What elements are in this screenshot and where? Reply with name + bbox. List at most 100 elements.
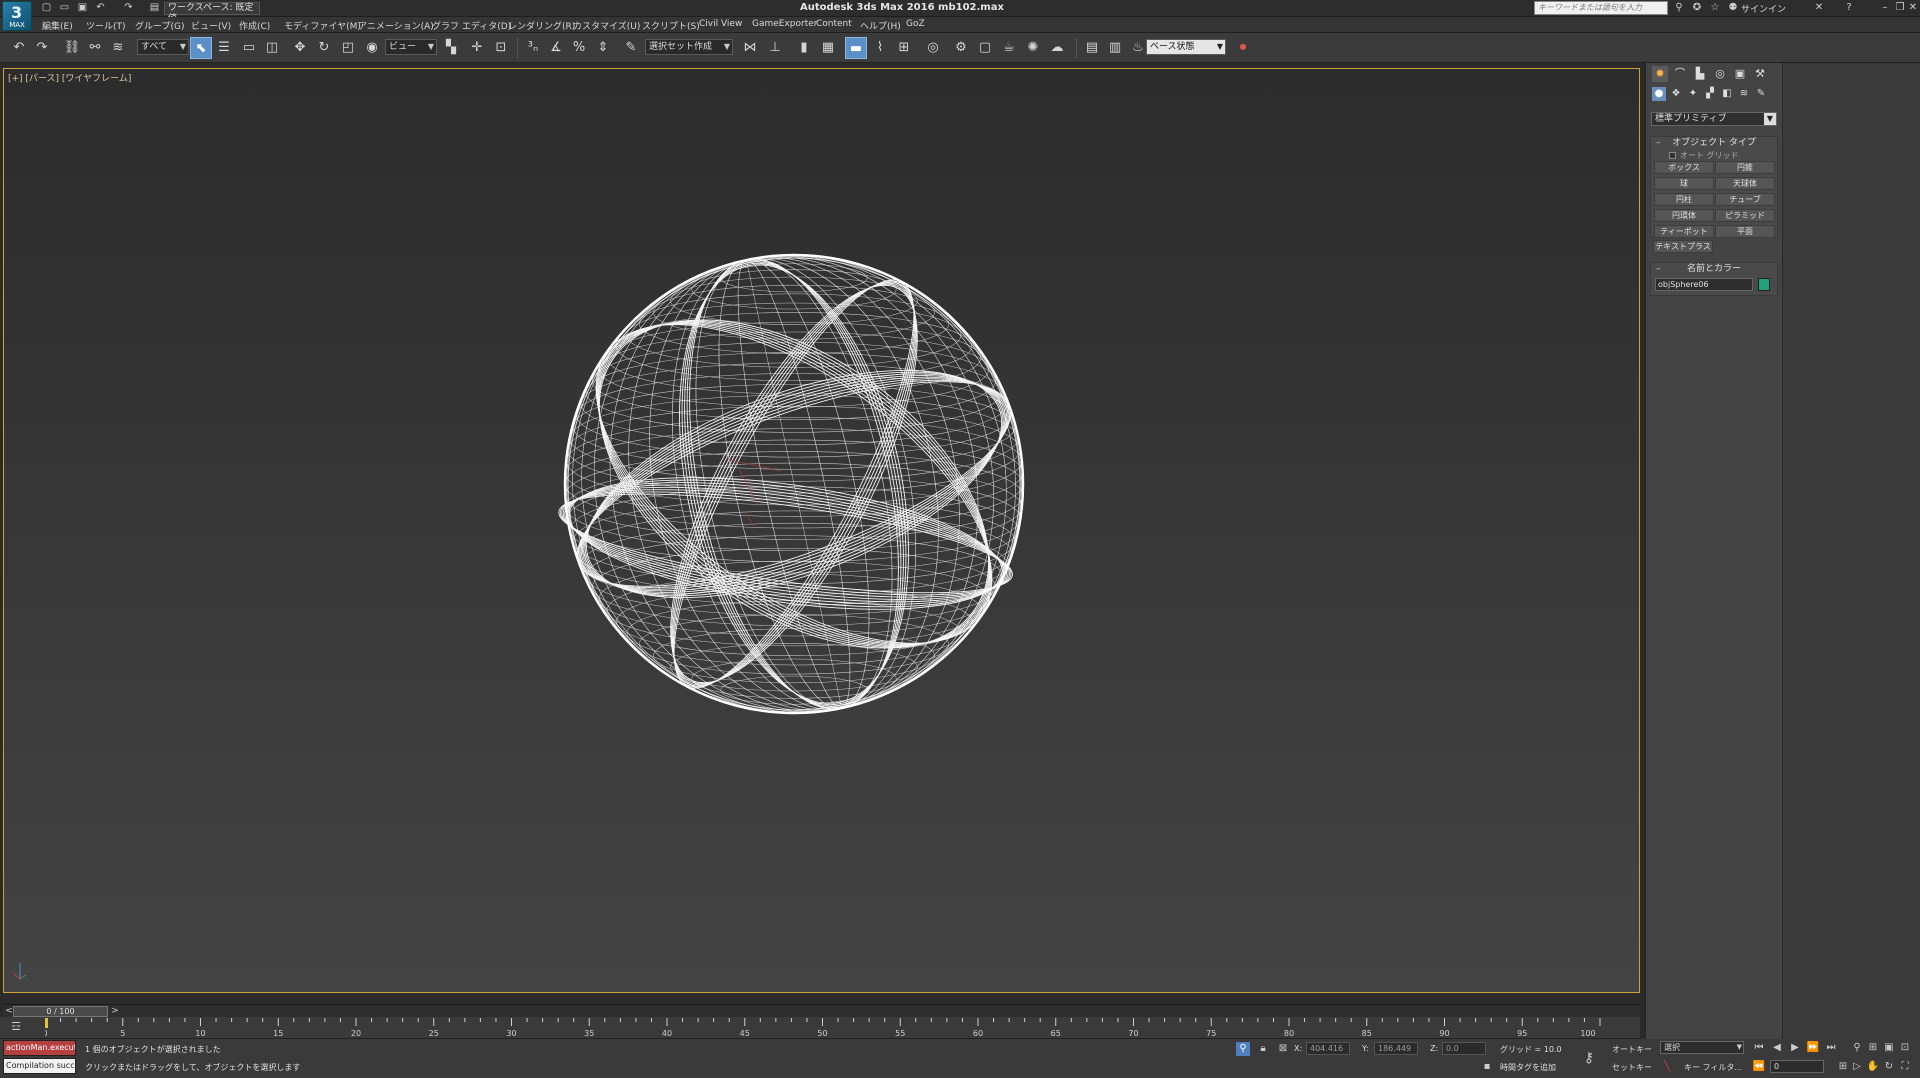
hierarchy-tab-icon[interactable]: ▙ [1692,66,1708,82]
textplus-button[interactable]: テキストプラス [1653,240,1713,253]
material-editor-icon[interactable]: ◎ [922,37,944,59]
render-iterative-icon[interactable]: ✺ [1022,37,1044,59]
menu-tools[interactable]: ツール(T) [86,19,126,32]
primitive-category-select[interactable]: 標準プリミティブ ▼ [1651,112,1777,126]
rendered-frame-icon[interactable]: ▢ [974,37,996,59]
menu-animation[interactable]: アニメーション(A) [358,19,434,32]
cone-button[interactable]: 円錐 [1715,161,1775,174]
wireframe-sphere[interactable] [554,244,1034,724]
selection-filter-select[interactable]: すべて ▼ [137,39,189,55]
pan-icon[interactable]: ✋ [1866,1060,1880,1074]
render-setup-icon[interactable]: ⚙ [950,37,972,59]
snaps-toggle-icon[interactable]: ³ₙ [522,37,544,59]
autogrid-checkbox[interactable]: オート グリッド [1669,150,1739,161]
name-color-header[interactable]: – 名前とカラー [1651,263,1777,275]
state-sets-icon[interactable]: ▤ [1081,37,1103,59]
modify-tab-icon[interactable]: ⌒ [1672,66,1688,82]
frame-ruler[interactable]: 0 5 10 15 20 25 30 35 40 45 50 55 60 65 70 75 80 85 90 95 10… [45,1017,1605,1039]
isolate-selection-icon[interactable]: ⚲ [1236,1042,1250,1056]
bind-space-warp-icon[interactable]: ≋ [107,37,129,59]
minimize-icon[interactable]: – [1878,1,1892,15]
set-key-icon[interactable]: ⚷ [1582,1051,1596,1065]
perspective-viewport[interactable]: [+] [パース] [ワイヤフレーム] [3,68,1640,993]
restore-icon[interactable]: ❐ [1893,1,1907,15]
search-input[interactable]: キーワードまたは語句を入力 [1534,1,1668,15]
orbit-icon[interactable]: ↻ [1882,1060,1896,1074]
user-icon[interactable]: ⚉ [1726,1,1740,15]
scale-icon[interactable]: ◰ [337,37,359,59]
zoom-extents-icon[interactable]: ▣ [1882,1041,1896,1055]
keyboard-shortcut-icon[interactable]: ⊡ [490,37,512,59]
layer-manager-icon[interactable]: ▮ [793,37,815,59]
set-key-button[interactable]: セットキー [1612,1062,1652,1073]
menu-create[interactable]: 作成(C) [239,19,270,32]
star-icon[interactable]: ☆ [1708,1,1722,15]
select-manipulate-icon[interactable]: ✛ [466,37,488,59]
zoom-extents-all-icon[interactable]: ⊡ [1898,1041,1912,1055]
systems-icon[interactable]: ✎ [1754,87,1768,101]
undo-quick-icon[interactable]: ↶ [94,2,107,14]
curve-editor-icon[interactable]: ⌇ [869,37,891,59]
time-config-icon[interactable]: ⊞ [1836,1060,1850,1074]
select-by-name-icon[interactable]: ☰ [213,37,235,59]
menu-game-exporter[interactable]: GameExporter [752,19,818,29]
track-bar[interactable]: ☲ 0 5 10 15 20 25 30 35 40 45 50 55 60 65 70 75 80 85 90 95… [0,1017,1640,1039]
record-icon[interactable]: ⏺ [1232,37,1254,59]
viewport-label[interactable]: [+] [パース] [ワイヤフレーム] [8,71,131,84]
zoom-icon[interactable]: ⚲ [1850,1041,1864,1055]
unlink-icon[interactable]: ⚯ [84,37,106,59]
y-coord-input[interactable]: 186.449 [1374,1042,1418,1055]
percent-snap-icon[interactable]: % [568,37,590,59]
align-icon[interactable]: ⊥ [764,37,786,59]
named-selection-select[interactable]: 選択セット作成 ▼ [645,39,733,55]
subscription-icon[interactable]: ✪ [1690,1,1704,15]
object-type-header[interactable]: – オブジェクト タイプ [1651,137,1777,149]
key-mode-icon[interactable]: ╲ [1660,1060,1674,1074]
menu-rendering[interactable]: レンダリング(R) [508,19,575,32]
time-tag-icon[interactable]: ▪ [1480,1060,1494,1074]
move-icon[interactable]: ✥ [289,37,311,59]
close-icon[interactable]: ✕ [1906,1,1920,15]
new-file-icon[interactable]: ▢ [40,2,53,14]
cylinder-button[interactable]: 円柱 [1654,193,1714,206]
cameras-icon[interactable]: ▞ [1703,87,1717,101]
maxscript-listener-output[interactable]: actionMan.execut [3,1040,76,1056]
key-selection-select[interactable]: 選択 ▼ [1660,1041,1744,1054]
display-tab-icon[interactable]: ▣ [1732,66,1748,82]
pyramid-button[interactable]: ピラミッド [1715,209,1775,222]
menu-group[interactable]: グループ(G) [135,19,184,32]
render-teapot-icon[interactable]: ☕ [998,37,1020,59]
angle-snap-icon[interactable]: ∡ [545,37,567,59]
menu-help[interactable]: ヘルプ(H) [860,19,901,32]
key-filters-button[interactable]: キー フィルタ... [1684,1062,1742,1073]
menu-graph-editors[interactable]: グラフ エディタ(D) [432,19,511,32]
app-menu-button[interactable]: 3 MAX [2,1,32,31]
menu-civil-view[interactable]: Civil View [699,19,742,29]
time-slider[interactable]: < 0 / 100 > [3,1004,1640,1017]
menu-modifiers[interactable]: モディファイヤ(M) [284,19,361,32]
space-warps-icon[interactable]: ≋ [1737,87,1751,101]
lights-icon[interactable]: ✦ [1686,87,1700,101]
link-icon[interactable]: ⛓ [61,37,83,59]
maximize-viewport-icon[interactable]: ⛶ [1898,1060,1912,1074]
zoom-all-icon[interactable]: ⊞ [1866,1041,1880,1055]
play-icon[interactable]: ▶ [1788,1041,1802,1055]
object-name-input[interactable]: objSphere06 [1655,278,1753,291]
x-coord-input[interactable]: 404.416 [1306,1042,1350,1055]
z-coord-input[interactable]: 0.0 [1442,1042,1486,1055]
open-file-icon[interactable]: ▭ [58,2,71,14]
geosphere-button[interactable]: 天球体 [1715,177,1775,190]
save-file-icon[interactable]: ▣ [76,2,89,14]
auto-key-button[interactable]: オートキー [1612,1044,1652,1055]
key-mode-toggle-icon[interactable]: ⏪ [1752,1060,1766,1074]
project-folder-icon[interactable]: ▤ [148,2,161,14]
menu-content[interactable]: Content [816,19,852,29]
utilities-tab-icon[interactable]: ⚒ [1752,66,1768,82]
ribbon-toggle-icon[interactable]: ▬ [845,37,867,59]
binoculars-icon[interactable]: ⚲ [1672,1,1686,15]
field-of-view-icon[interactable]: ▷ [1850,1060,1864,1074]
schematic-view-icon[interactable]: ⊞ [893,37,915,59]
spinner-snap-icon[interactable]: ⇕ [592,37,614,59]
object-color-swatch[interactable] [1758,278,1770,291]
lock-selection-icon[interactable]: 🔒︎ [1256,1042,1270,1056]
